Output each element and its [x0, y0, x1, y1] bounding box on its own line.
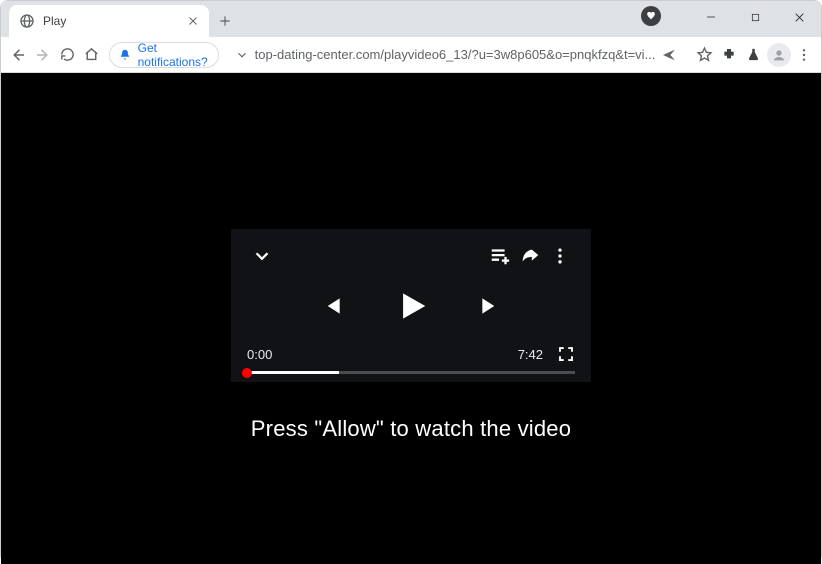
lab-flask-icon[interactable]: [742, 40, 764, 70]
progress-knob[interactable]: [242, 368, 252, 378]
home-button[interactable]: [80, 40, 102, 70]
bookmark-star-button[interactable]: [693, 40, 715, 70]
close-tab-button[interactable]: [187, 15, 199, 27]
fullscreen-button[interactable]: [557, 345, 575, 363]
progress-bar[interactable]: [247, 371, 575, 374]
more-icon[interactable]: [545, 246, 575, 266]
back-button[interactable]: [7, 40, 29, 70]
avatar-icon: [767, 43, 791, 67]
extensions-button[interactable]: [718, 40, 740, 70]
duration: 7:42: [518, 347, 543, 362]
bell-icon: [118, 48, 132, 62]
browser-titlebar: Play: [1, 1, 821, 37]
play-button[interactable]: [392, 287, 430, 325]
chevron-down-icon: [235, 48, 249, 62]
globe-icon: [19, 13, 35, 29]
window-minimize-button[interactable]: [689, 2, 733, 32]
queue-icon[interactable]: [485, 245, 515, 267]
profile-button[interactable]: [767, 40, 791, 70]
next-track-button[interactable]: [478, 293, 504, 319]
send-icon[interactable]: [661, 47, 677, 63]
window-controls: [641, 1, 821, 37]
forward-button[interactable]: [31, 40, 53, 70]
video-player: 0:00 7:42: [231, 229, 591, 382]
browser-tab[interactable]: Play: [9, 5, 209, 37]
tab-title: Play: [43, 14, 179, 28]
allow-cta-text: Press "Allow" to watch the video: [251, 416, 571, 442]
address-bar[interactable]: top-dating-center.com/playvideo6_13/?u=3…: [227, 41, 686, 69]
window-close-button[interactable]: [777, 2, 821, 32]
notification-chip-label: Get notifications?: [138, 41, 208, 69]
share-icon[interactable]: [515, 245, 545, 267]
window-maximize-button[interactable]: [733, 2, 777, 32]
previous-track-button[interactable]: [318, 293, 344, 319]
progress-played: [247, 371, 339, 374]
current-time: 0:00: [247, 347, 272, 362]
collapse-button[interactable]: [247, 245, 277, 267]
browser-toolbar: Get notifications? top-dating-center.com…: [1, 37, 821, 73]
browser-menu-button[interactable]: [793, 40, 815, 70]
heart-badge-icon: [641, 6, 661, 26]
notification-permission-chip[interactable]: Get notifications?: [109, 42, 219, 68]
new-tab-button[interactable]: [211, 7, 239, 35]
reload-button[interactable]: [56, 40, 78, 70]
url-text: top-dating-center.com/playvideo6_13/?u=3…: [255, 47, 656, 62]
page-content: 0:00 7:42 Press "Allow" to watch the vid…: [1, 73, 821, 564]
